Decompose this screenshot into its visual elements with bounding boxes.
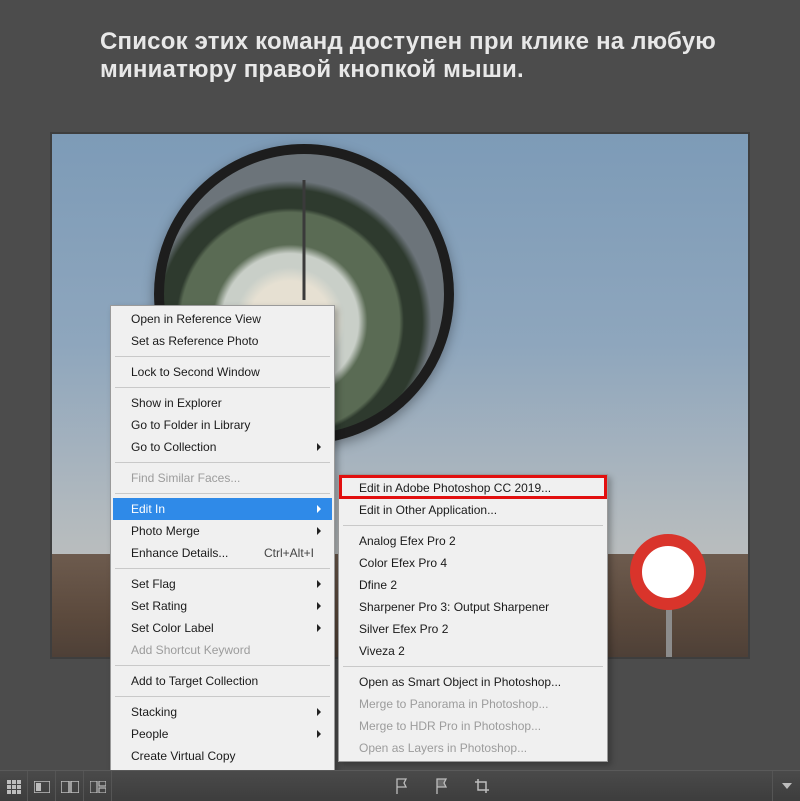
menu-separator xyxy=(115,387,330,388)
menu-go-to-folder[interactable]: Go to Folder in Library xyxy=(113,414,332,436)
loupe-icon xyxy=(34,781,50,793)
toolbar-grid-view-button[interactable] xyxy=(0,771,28,801)
menu-separator xyxy=(115,493,330,494)
menu-separator xyxy=(115,665,330,666)
compare-icon xyxy=(61,781,79,793)
menu-photo-merge[interactable]: Photo Merge xyxy=(113,520,332,542)
survey-icon xyxy=(90,781,106,793)
page-heading: Список этих команд доступен при клике на… xyxy=(100,28,740,85)
menu-go-to-collection[interactable]: Go to Collection xyxy=(113,436,332,458)
menu-find-similar-faces: Find Similar Faces... xyxy=(113,467,332,489)
menu-show-in-explorer[interactable]: Show in Explorer xyxy=(113,392,332,414)
menu-separator xyxy=(115,696,330,697)
grid-icon xyxy=(6,779,22,795)
bottom-toolbar xyxy=(0,770,800,801)
menu-set-rating[interactable]: Set Rating xyxy=(113,595,332,617)
submenu-analog-efex[interactable]: Analog Efex Pro 2 xyxy=(341,530,605,552)
toolbar-loupe-view-button[interactable] xyxy=(28,771,56,801)
submenu-open-smart-object[interactable]: Open as Smart Object in Photoshop... xyxy=(341,671,605,693)
context-menu: Open in Reference View Set as Reference … xyxy=(110,305,335,801)
flag-pick-icon[interactable] xyxy=(393,777,411,795)
submenu-edit-in-photoshop[interactable]: Edit in Adobe Photoshop CC 2019... xyxy=(341,477,605,499)
edit-in-submenu: Edit in Adobe Photoshop CC 2019... Edit … xyxy=(338,474,608,762)
menu-separator xyxy=(115,356,330,357)
menu-separator xyxy=(115,568,330,569)
menu-accelerator: Ctrl+Alt+I xyxy=(254,546,314,560)
menu-add-to-target-collection[interactable]: Add to Target Collection xyxy=(113,670,332,692)
flag-reject-icon[interactable] xyxy=(433,777,451,795)
crop-icon[interactable] xyxy=(473,777,491,795)
toolbar-dropdown-button[interactable] xyxy=(772,771,800,801)
menu-separator xyxy=(343,666,603,667)
menu-edit-in[interactable]: Edit In xyxy=(113,498,332,520)
submenu-merge-hdr: Merge to HDR Pro in Photoshop... xyxy=(341,715,605,737)
menu-people[interactable]: People xyxy=(113,723,332,745)
sign-pole xyxy=(666,604,672,659)
menu-set-flag[interactable]: Set Flag xyxy=(113,573,332,595)
chevron-down-icon xyxy=(782,783,792,789)
submenu-color-efex[interactable]: Color Efex Pro 4 xyxy=(341,552,605,574)
menu-enhance-details[interactable]: Enhance Details...Ctrl+Alt+I xyxy=(113,542,332,564)
submenu-merge-panorama: Merge to Panorama in Photoshop... xyxy=(341,693,605,715)
submenu-sharpener[interactable]: Sharpener Pro 3: Output Sharpener xyxy=(341,596,605,618)
submenu-dfine[interactable]: Dfine 2 xyxy=(341,574,605,596)
submenu-silver-efex[interactable]: Silver Efex Pro 2 xyxy=(341,618,605,640)
menu-add-shortcut-keyword: Add Shortcut Keyword xyxy=(113,639,332,661)
menu-set-reference-photo[interactable]: Set as Reference Photo xyxy=(113,330,332,352)
menu-create-virtual-copy[interactable]: Create Virtual Copy xyxy=(113,745,332,767)
submenu-edit-in-other-app[interactable]: Edit in Other Application... xyxy=(341,499,605,521)
menu-set-color-label[interactable]: Set Color Label xyxy=(113,617,332,639)
menu-open-reference-view[interactable]: Open in Reference View xyxy=(113,308,332,330)
menu-separator xyxy=(115,462,330,463)
submenu-open-as-layers: Open as Layers in Photoshop... xyxy=(341,737,605,759)
toolbar-survey-view-button[interactable] xyxy=(84,771,112,801)
submenu-viveza[interactable]: Viveza 2 xyxy=(341,640,605,662)
toolbar-compare-view-button[interactable] xyxy=(56,771,84,801)
menu-separator xyxy=(343,525,603,526)
prohibition-sign xyxy=(630,534,706,610)
menu-stacking[interactable]: Stacking xyxy=(113,701,332,723)
menu-lock-second-window[interactable]: Lock to Second Window xyxy=(113,361,332,383)
